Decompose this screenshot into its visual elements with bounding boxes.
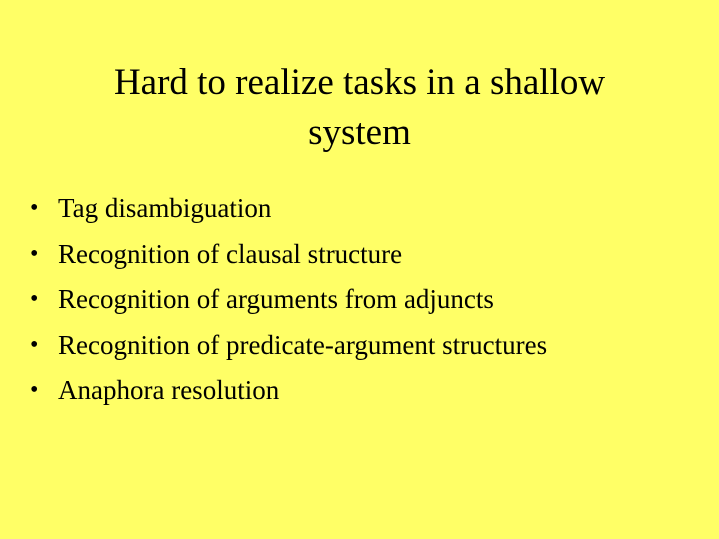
bullet-item: • Recognition of arguments from adjuncts [30, 277, 547, 323]
bullet-text: Recognition of predicate-argument struct… [58, 329, 548, 360]
bullet-text: Recognition of arguments from adjuncts [58, 284, 494, 314]
bullet-icon: • [30, 331, 39, 358]
bullet-item: • Recognition of clausal structure [30, 232, 547, 278]
slide-title: Hard to realize tasks in a shallow syste… [0, 58, 719, 158]
bullet-icon: • [30, 377, 39, 403]
bullet-icon: • [30, 240, 39, 267]
bullet-item: • Anaphora resolution [30, 368, 547, 414]
bullet-text: Tag disambiguation [58, 193, 272, 223]
bullet-list: • Tag disambiguation • Recognition of cl… [30, 186, 547, 414]
bullet-text: Anaphora resolution [58, 375, 280, 405]
bullet-item: • Recognition of predicate-argument stru… [30, 323, 547, 369]
slide-title-line-1: Hard to realize tasks in a shallow [113, 62, 606, 103]
bullet-icon: • [30, 286, 39, 312]
bullet-text: Recognition of clausal structure [58, 238, 403, 269]
slide: Hard to realize tasks in a shallow syste… [0, 0, 719, 539]
bullet-item: • Tag disambiguation [30, 186, 547, 232]
bullet-icon: • [30, 195, 39, 221]
slide-title-line-2: system [308, 112, 411, 153]
